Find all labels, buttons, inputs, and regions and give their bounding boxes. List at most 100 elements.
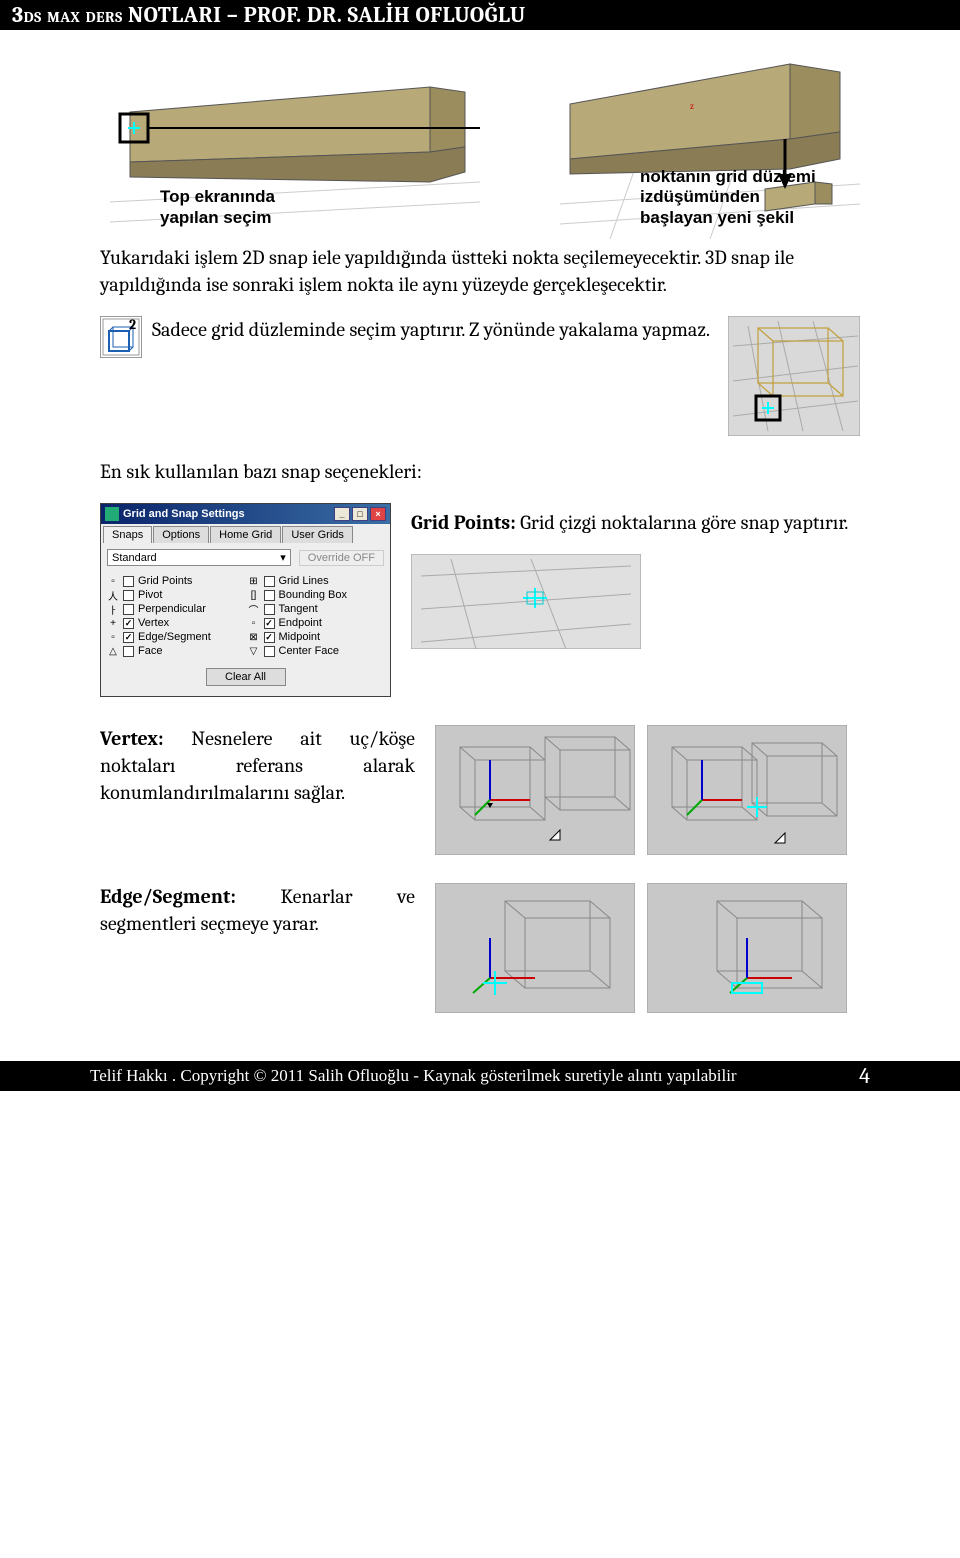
vertex-thumb-1	[435, 725, 635, 855]
grid-points-label: Grid Points:	[411, 511, 516, 534]
header-title: 3ds max ders NOTLARI – PROF. DR. SALİH O…	[12, 2, 526, 28]
options-columns: ▫ Grid Points 人 Pivot ㅏ Perpendicular + ✓ Ver…	[107, 574, 384, 658]
dialog-app-icon	[105, 507, 119, 521]
tab-home-grid[interactable]: Home Grid	[210, 526, 281, 543]
edge-images	[435, 883, 847, 1013]
grid-points-checkbox[interactable]	[123, 576, 134, 587]
dialog-section: Grid and Snap Settings _ □ × Snaps Optio…	[100, 503, 860, 697]
grid-points-explanation: Grid Points: Grid çizgi noktalarına göre…	[411, 503, 860, 653]
midpoint-checkbox[interactable]: ✓	[264, 632, 275, 643]
tangent-checkbox[interactable]	[264, 604, 275, 615]
vertex-text: Vertex: Nesnelere ait uç/köşe noktaları …	[100, 725, 415, 855]
maximize-button[interactable]: □	[352, 507, 368, 521]
opt-midpoint: Midpoint	[279, 631, 321, 643]
vertex-section: Vertex: Nesnelere ait uç/köşe noktaları …	[100, 725, 860, 855]
grid-points-line: Grid Points: Grid çizgi noktalarına göre…	[411, 509, 860, 536]
vertex-images	[435, 725, 847, 855]
clear-all-button[interactable]: Clear All	[206, 668, 286, 686]
edge-section: Edge/Segment: Kenarlar ve segmentleri se…	[100, 883, 860, 1013]
dropdown-value: Standard	[112, 552, 157, 564]
center-face-icon: ▽	[248, 645, 260, 657]
paragraph-1: Yukarıdaki işlem 2D snap iele yapıldığın…	[100, 244, 860, 298]
tab-user-grids[interactable]: User Grids	[282, 526, 353, 543]
header-bar: 3ds max ders NOTLARI – PROF. DR. SALİH O…	[0, 0, 960, 30]
override-label: Override OFF	[299, 550, 384, 566]
edge-segment-icon: ▫	[107, 631, 119, 643]
tangent-icon: ⌒	[248, 603, 260, 615]
chevron-down-icon: ▾	[280, 551, 286, 564]
opt-grid-lines: Grid Lines	[279, 575, 329, 587]
perpendicular-checkbox[interactable]	[123, 604, 134, 615]
edge-text: Edge/Segment: Kenarlar ve segmentleri se…	[100, 883, 415, 1013]
footer-copyright: Telif Hakkı . Copyright © 2011 Salih Ofl…	[90, 1066, 737, 1086]
figure-left: Top ekranında yapılan seçim	[100, 62, 480, 228]
edge-thumb-2	[647, 883, 847, 1013]
bounding-box-checkbox[interactable]	[264, 590, 275, 601]
midpoint-icon: ⊠	[248, 631, 260, 643]
edge-label: Edge/Segment:	[100, 885, 236, 908]
tab-snaps[interactable]: Snaps	[103, 526, 152, 543]
svg-text:2: 2	[129, 317, 136, 333]
snap-type-dropdown[interactable]: Standard ▾	[107, 549, 291, 566]
paragraph-3: En sık kullanılan bazı snap seçenekleri:	[100, 458, 860, 485]
snap-2-icon: 2	[100, 316, 142, 358]
face-icon: △	[107, 645, 119, 657]
vertex-checkbox[interactable]: ✓	[123, 618, 134, 629]
close-button[interactable]: ×	[370, 507, 386, 521]
grid-points-text: Grid çizgi noktalarına göre snap yaptırı…	[516, 511, 849, 534]
opt-grid-points: Grid Points	[138, 575, 192, 587]
fig-left-caption-1: Top ekranında	[160, 187, 275, 207]
edge-thumb-1	[435, 883, 635, 1013]
opt-tangent: Tangent	[279, 603, 318, 615]
content: Top ekranında yapılan seçim	[0, 30, 960, 1061]
svg-text:z: z	[690, 102, 694, 112]
opt-pivot: Pivot	[138, 589, 162, 601]
figures-row-top: Top ekranında yapılan seçim	[100, 54, 860, 228]
tab-options[interactable]: Options	[153, 526, 209, 543]
dialog-title: Grid and Snap Settings	[123, 508, 245, 520]
dialog-titlebar: Grid and Snap Settings _ □ ×	[101, 504, 390, 524]
opt-vertex: Vertex	[138, 617, 169, 629]
grid-2d-thumb	[728, 316, 860, 436]
endpoint-checkbox[interactable]: ✓	[264, 618, 275, 629]
center-face-checkbox[interactable]	[264, 646, 275, 657]
dialog-body: Standard ▾ Override OFF ▫ Grid Points 人 Pi…	[101, 543, 390, 696]
endpoint-icon: ▫	[248, 617, 260, 629]
fig-right-caption-2: izdüşümünden	[640, 187, 816, 207]
footer-bar: Telif Hakkı . Copyright © 2011 Salih Ofl…	[0, 1061, 960, 1091]
opt-edge-segment: Edge/Segment	[138, 631, 211, 643]
grid-points-thumb	[411, 554, 641, 649]
perpendicular-icon: ㅏ	[107, 603, 119, 615]
fig-right-caption-3: başlayan yeni şekil	[640, 208, 816, 228]
dialog-tabs: Snaps Options Home Grid User Grids	[101, 524, 390, 543]
opt-endpoint: Endpoint	[279, 617, 322, 629]
grid-points-icon: ▫	[107, 575, 119, 587]
figure-left-svg	[100, 62, 480, 247]
options-col-left: ▫ Grid Points 人 Pivot ㅏ Perpendicular + ✓ Ver…	[107, 574, 244, 658]
pivot-icon: 人	[107, 589, 119, 601]
vertex-label: Vertex:	[100, 727, 163, 750]
opt-bounding-box: Bounding Box	[279, 589, 348, 601]
figure-right: z noktanın grid düzlemi izdüşümünden baş…	[560, 54, 860, 228]
fig-left-caption-2: yapılan seçim	[160, 208, 275, 228]
grid-lines-checkbox[interactable]	[264, 576, 275, 587]
edge-segment-checkbox[interactable]: ✓	[123, 632, 134, 643]
opt-perpendicular: Perpendicular	[138, 603, 206, 615]
face-checkbox[interactable]	[123, 646, 134, 657]
options-col-right: ⊞ Grid Lines [] Bounding Box ⌒ Tangent ▫ ✓ En…	[248, 574, 385, 658]
grid-lines-icon: ⊞	[248, 575, 260, 587]
opt-center-face: Center Face	[279, 645, 340, 657]
snap-settings-dialog: Grid and Snap Settings _ □ × Snaps Optio…	[100, 503, 391, 697]
opt-face: Face	[138, 645, 162, 657]
minimize-button[interactable]: _	[334, 507, 350, 521]
vertex-icon: +	[107, 617, 119, 629]
figure-left-caption: Top ekranında yapılan seçim	[160, 187, 275, 228]
paragraph-2: Sadece grid düzleminde seçim yaptırır. Z…	[152, 316, 710, 343]
para2-with-icon: 2 Sadece grid düzleminde seçim yaptırır.…	[100, 316, 716, 358]
fig-right-caption-1: noktanın grid düzlemi	[640, 167, 816, 187]
pivot-checkbox[interactable]	[123, 590, 134, 601]
section-row-para2: 2 Sadece grid düzleminde seçim yaptırır.…	[100, 316, 860, 436]
page-number: 4	[859, 1063, 870, 1089]
bounding-box-icon: []	[248, 589, 260, 601]
vertex-thumb-2	[647, 725, 847, 855]
